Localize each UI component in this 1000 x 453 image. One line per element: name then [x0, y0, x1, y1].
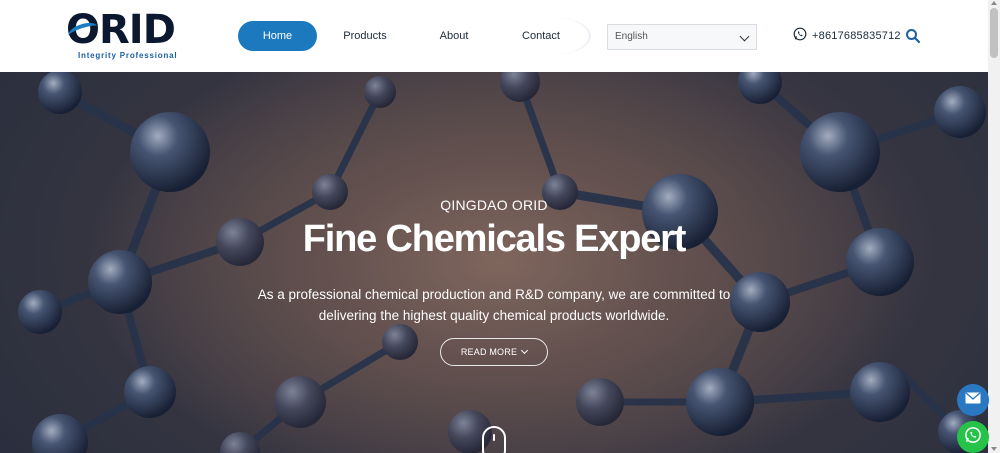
language-selected-value: English — [615, 31, 648, 42]
mail-icon — [965, 391, 981, 409]
hero-kicker: QINGDAO ORID — [440, 197, 548, 213]
hero-description: As a professional chemical production an… — [257, 287, 731, 323]
hero-banner: QINGDAO ORID Fine Chemicals Expert As a … — [0, 72, 988, 453]
language-select[interactable]: English — [607, 24, 757, 50]
nav-home[interactable]: Home — [238, 21, 317, 51]
logo-tagline: Integrity Professional — [78, 51, 178, 60]
hero-overlay — [0, 72, 988, 453]
whatsapp-icon — [964, 426, 982, 449]
site-header: ORID Integrity Professional Home Product… — [0, 0, 988, 72]
nav-about[interactable]: About — [436, 21, 472, 51]
scrollbar-thumb[interactable] — [990, 8, 998, 58]
nav-hover-ring — [511, 17, 591, 55]
floating-whatsapp-button[interactable] — [957, 421, 989, 453]
chevron-down-icon — [739, 31, 750, 42]
nav-products[interactable]: Products — [342, 21, 388, 51]
read-more-button[interactable]: READ MORE — [440, 338, 548, 366]
chevron-down-icon — [521, 346, 529, 355]
read-more-label: READ MORE — [460, 347, 518, 357]
phone-number: +8617685835712 — [812, 30, 901, 42]
whatsapp-icon — [793, 27, 807, 46]
phone-contact[interactable]: +8617685835712 — [793, 27, 901, 45]
floating-mail-button[interactable] — [957, 384, 989, 416]
page-scrollbar[interactable] — [988, 0, 1000, 453]
scroll-up-arrow-icon[interactable] — [991, 1, 997, 5]
hero-title: Fine Chemicals Expert — [302, 218, 687, 260]
search-icon[interactable] — [905, 28, 921, 44]
brand-logo[interactable]: ORID Integrity Professional — [66, 8, 188, 62]
scroll-down-mouse-icon[interactable] — [482, 426, 506, 453]
scroll-down-arrow-icon[interactable] — [991, 447, 997, 451]
mouse-wheel — [493, 434, 495, 441]
